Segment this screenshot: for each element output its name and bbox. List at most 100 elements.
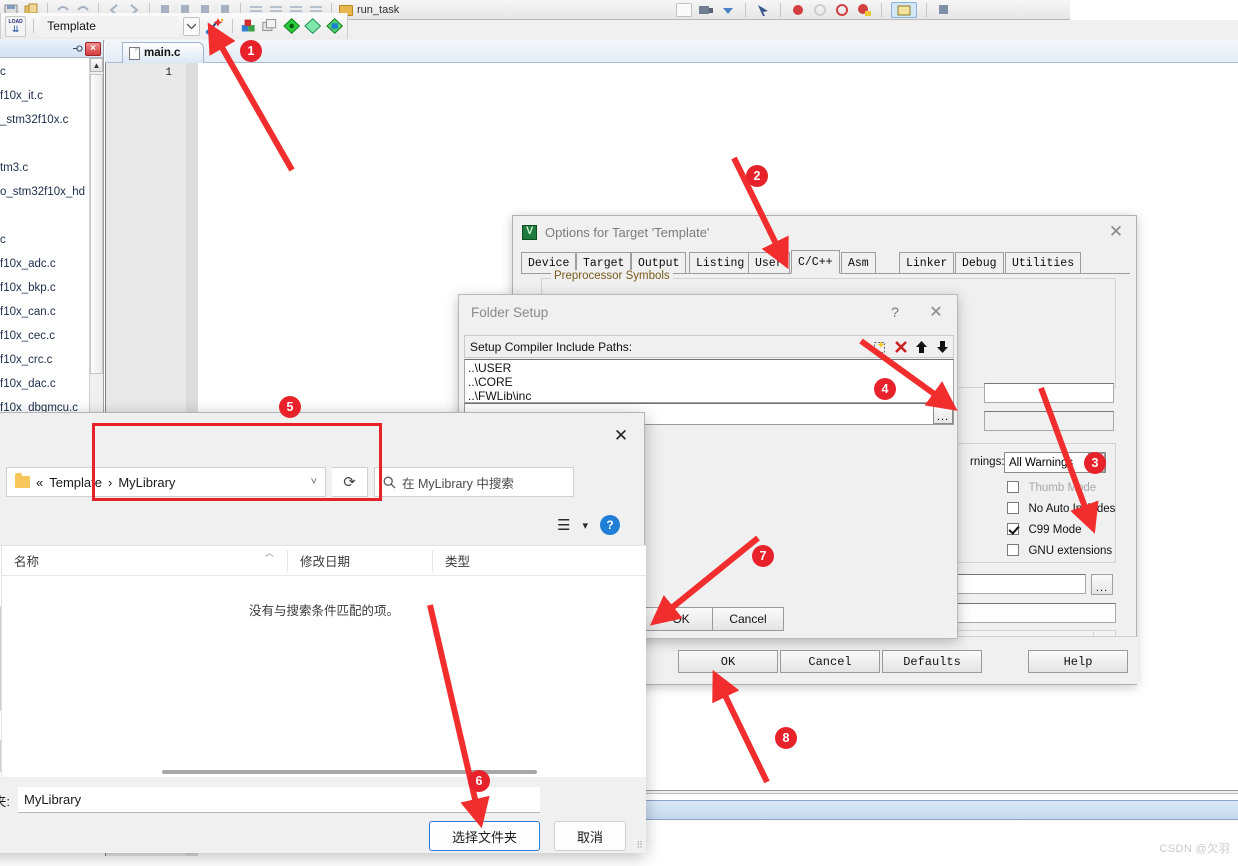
- define-field[interactable]: [984, 383, 1114, 403]
- options-target-icon[interactable]: [282, 17, 300, 35]
- checkbox-box[interactable]: [1007, 502, 1019, 514]
- list-view-icon[interactable]: ☰: [557, 516, 570, 534]
- list-item[interactable]: f10x_bkp.c: [0, 276, 90, 300]
- folder-name-row: 文件夹: MyLibrary: [0, 777, 646, 813]
- include-paths-browse-button[interactable]: ...: [1091, 574, 1113, 595]
- select-folder-button[interactable]: 选择文件夹: [428, 821, 540, 851]
- move-up-icon[interactable]: [911, 336, 932, 357]
- tab-c-cpp[interactable]: C/C++: [791, 250, 840, 274]
- target-select[interactable]: Template: [41, 15, 180, 37]
- checkbox-box[interactable]: [1007, 481, 1019, 493]
- manage-components-icon[interactable]: [325, 17, 343, 35]
- dropdown-box-icon[interactable]: [676, 3, 692, 17]
- resize-grip-icon[interactable]: ⠿: [636, 840, 643, 851]
- breakpoint-off-icon[interactable]: [812, 3, 828, 17]
- breakpoint-icon[interactable]: [790, 3, 806, 17]
- close-icon[interactable]: ✕: [1096, 217, 1136, 247]
- list-item[interactable]: tm3.c: [0, 156, 90, 180]
- pointer-icon[interactable]: [755, 3, 771, 17]
- checkbox-thumb-mode[interactable]: Thumb Mode: [1007, 478, 1096, 496]
- project-file-tree[interactable]: c f10x_it.c _stm32f10x.c tm3.c o_stm32f1…: [0, 58, 103, 440]
- warnings-select-value: All Warnings: [1009, 456, 1074, 469]
- dropdown-arrow-icon[interactable]: [720, 3, 736, 17]
- list-item[interactable]: f10x_crc.c: [0, 348, 90, 372]
- memory-window-icon[interactable]: [936, 3, 952, 17]
- annotation-badge-4: 4: [874, 378, 896, 400]
- folder-setup-ok-button[interactable]: OK: [645, 607, 717, 631]
- move-down-icon[interactable]: [932, 336, 953, 357]
- checkbox-c99-mode[interactable]: C99 Mode: [1007, 520, 1082, 538]
- debug-window-icon[interactable]: [698, 3, 714, 17]
- breakpoint-disable-icon[interactable]: [834, 3, 850, 17]
- filter-icon[interactable]: [304, 17, 322, 35]
- run-task-control[interactable]: run_task: [339, 4, 399, 16]
- cancel-button[interactable]: 取消: [553, 821, 626, 851]
- help-button[interactable]: Help: [1028, 650, 1128, 673]
- setup-include-paths-bar: Setup Compiler Include Paths:: [464, 335, 954, 358]
- list-item[interactable]: f10x_dac.c: [0, 372, 90, 396]
- watch-window-icon[interactable]: [891, 2, 917, 18]
- list-item[interactable]: f10x_adc.c: [0, 252, 90, 276]
- tab-user[interactable]: User: [748, 252, 790, 273]
- download-button[interactable]: LOAD ⇊: [5, 15, 27, 37]
- column-type[interactable]: 类型: [432, 549, 552, 572]
- annotation-badge-1: 1: [240, 40, 262, 62]
- help-icon[interactable]: ?: [875, 304, 915, 320]
- pin-icon[interactable]: ⚲: [71, 44, 84, 52]
- defaults-button[interactable]: Defaults: [882, 650, 982, 673]
- build-target-icon[interactable]: [240, 17, 257, 35]
- close-icon[interactable]: ✕: [598, 414, 644, 458]
- close-icon[interactable]: ✕: [915, 302, 957, 322]
- close-icon[interactable]: ×: [85, 41, 101, 56]
- scroll-up-icon[interactable]: ▲: [90, 58, 103, 72]
- folder-picker-body: 此电脑 视频 图片 文档 ⤓ 下载: [0, 545, 646, 778]
- preprocessor-group-label: Preprocessor Symbols: [551, 270, 673, 282]
- ok-button[interactable]: OK: [678, 650, 778, 673]
- tab-listing[interactable]: Listing: [689, 252, 752, 273]
- search-input[interactable]: 在 MyLibrary 中搜索: [374, 467, 574, 497]
- folder-picker-filelist[interactable]: 名称 修改日期 类型 ︿ 没有与搜索条件匹配的项。: [1, 546, 646, 777]
- batch-build-icon[interactable]: [261, 17, 278, 35]
- folder-setup-cancel-button[interactable]: Cancel: [712, 607, 784, 631]
- folder-name-label: 文件夹:: [0, 793, 10, 809]
- breakpoint-kill-icon[interactable]: [856, 3, 872, 17]
- tab-main-c[interactable]: main.c: [122, 42, 204, 63]
- tab-asm[interactable]: Asm: [841, 252, 876, 273]
- column-name[interactable]: 名称: [2, 550, 287, 572]
- list-item[interactable]: f10x_it.c: [0, 84, 90, 108]
- search-placeholder-text: 在 MyLibrary 中搜索: [402, 476, 514, 491]
- new-path-icon[interactable]: [869, 336, 890, 357]
- project-pane-scrollbar[interactable]: ▲: [89, 58, 103, 440]
- document-icon: [129, 46, 140, 60]
- folder-name-input[interactable]: MyLibrary: [18, 787, 540, 813]
- checkbox-box[interactable]: [1007, 544, 1019, 556]
- checkbox-box[interactable]: [1007, 523, 1019, 535]
- manage-project-items-button[interactable]: [204, 17, 225, 36]
- tab-utilities[interactable]: Utilities: [1005, 252, 1082, 273]
- folder-setup-title: Folder Setup: [471, 304, 549, 320]
- list-item[interactable]: _stm32f10x.c: [0, 108, 90, 132]
- target-select-dropdown[interactable]: [183, 16, 200, 36]
- path-browse-button[interactable]: ...: [933, 404, 953, 424]
- list-item[interactable]: f10x_cec.c: [0, 324, 90, 348]
- list-item[interactable]: c: [0, 60, 90, 84]
- list-item[interactable]: f10x_can.c: [0, 300, 90, 324]
- scrollbar-thumb[interactable]: [90, 74, 103, 374]
- folder-setup-titlebar[interactable]: Folder Setup ? ✕: [459, 295, 957, 329]
- cancel-button[interactable]: Cancel: [780, 650, 880, 673]
- tab-debug[interactable]: Debug: [955, 252, 1004, 273]
- column-modified[interactable]: 修改日期: [287, 549, 432, 572]
- chevron-down-icon[interactable]: ▾: [582, 519, 588, 532]
- checkbox-gnu-extensions[interactable]: GNU extensions: [1007, 541, 1112, 559]
- list-item[interactable]: ..\USER: [468, 361, 953, 375]
- options-dialog-titlebar[interactable]: Options for Target 'Template' ✕: [513, 216, 1136, 248]
- list-item[interactable]: o_stm32f10x_hd: [0, 180, 90, 204]
- list-item[interactable]: c: [0, 228, 90, 252]
- undefine-field[interactable]: [984, 411, 1114, 431]
- list-item[interactable]: [0, 132, 90, 156]
- help-icon[interactable]: ?: [600, 515, 620, 535]
- checkbox-no-auto-includes[interactable]: No Auto Includes: [1007, 499, 1115, 517]
- tab-linker[interactable]: Linker: [899, 252, 955, 273]
- delete-path-icon[interactable]: [890, 336, 911, 357]
- list-item[interactable]: [0, 204, 90, 228]
